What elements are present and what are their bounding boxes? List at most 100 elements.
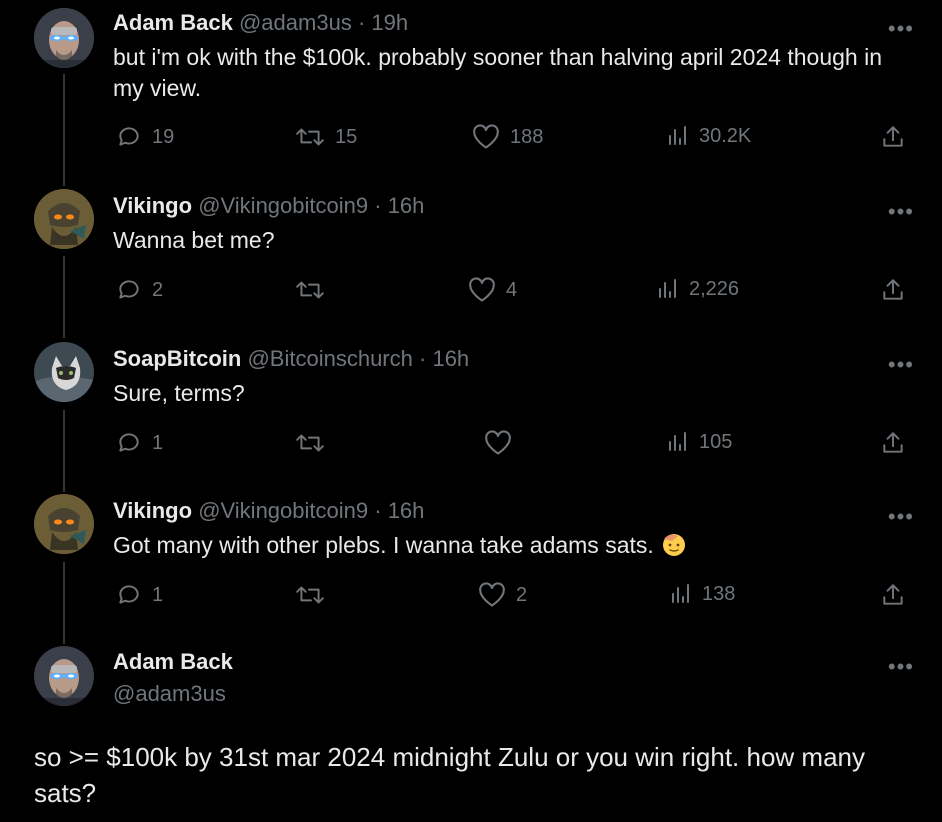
views-icon xyxy=(659,279,676,298)
author-handle[interactable]: @adam3us xyxy=(239,10,352,35)
reply-icon xyxy=(119,433,139,452)
view-count: 30.2K xyxy=(699,124,752,147)
main-tweet-header: Adam Back @adam3us xyxy=(113,649,233,707)
reply-button[interactable]: 2 xyxy=(116,277,163,303)
separator: · xyxy=(419,346,427,371)
author-handle[interactable]: @Vikingobitcoin9 xyxy=(198,498,368,523)
author-handle[interactable]: @Vikingobitcoin9 xyxy=(198,193,368,218)
separator: · xyxy=(374,498,382,523)
author-name[interactable]: Adam Back xyxy=(113,649,233,675)
views-button[interactable]: 30.2K xyxy=(665,124,751,148)
tweet-actions: 1 2 138 xyxy=(0,582,942,612)
reply-count: 1 xyxy=(152,583,164,606)
tweet[interactable]: Vikingo @Vikingobitcoin9 · 16h ••• Wanna… xyxy=(0,185,942,335)
views-icon xyxy=(672,584,689,603)
reply-icon xyxy=(119,280,139,299)
tweet-actions: 19 15 188 30.2K xyxy=(0,124,942,154)
retweet-button[interactable]: 15 xyxy=(295,124,357,150)
tweet-text: but i'm ok with the $100k. probably soon… xyxy=(113,44,883,101)
retweet-icon xyxy=(296,586,324,604)
more-options-icon[interactable]: ••• xyxy=(888,354,914,376)
like-button[interactable]: 2 xyxy=(478,582,527,608)
separator: · xyxy=(357,10,366,35)
tweet-text: Wanna bet me? xyxy=(113,227,275,253)
heart-icon xyxy=(469,277,495,302)
tweet-header: Vikingo @Vikingobitcoin9 · 16h xyxy=(113,498,424,524)
cat-avatar-icon xyxy=(34,342,94,402)
views-icon xyxy=(669,126,686,145)
tweet-text: Got many with other plebs. I wanna take … xyxy=(113,530,913,561)
like-count: 188 xyxy=(510,125,544,148)
tweet-text: Sure, terms? xyxy=(113,380,245,406)
author-handle[interactable]: @Bitcoinschurch xyxy=(247,346,412,371)
like-button[interactable] xyxy=(484,430,522,456)
author-name[interactable]: Adam Back xyxy=(113,10,233,35)
share-button[interactable] xyxy=(880,430,906,456)
viking-avatar-icon xyxy=(34,494,94,554)
tweet-header: SoapBitcoin @Bitcoinschurch · 16h xyxy=(113,346,469,372)
tweet[interactable]: Adam Back @adam3us · 19h ••• but i'm ok … xyxy=(0,0,942,180)
share-button[interactable] xyxy=(880,277,906,303)
reply-count: 2 xyxy=(152,278,164,301)
views-button[interactable]: 105 xyxy=(665,430,732,454)
separator: · xyxy=(374,193,382,218)
author-name[interactable]: Vikingo xyxy=(113,498,192,523)
laser-eyes-avatar-icon xyxy=(34,646,94,706)
reply-icon xyxy=(119,585,139,604)
like-count: 4 xyxy=(506,278,518,301)
retweet-button[interactable] xyxy=(295,277,335,303)
reply-count: 19 xyxy=(152,125,175,148)
author-handle[interactable]: @adam3us xyxy=(113,681,233,707)
author-name[interactable]: SoapBitcoin xyxy=(113,346,241,371)
avatar-soapbitcoin[interactable] xyxy=(34,342,94,402)
avatar-adam-back[interactable] xyxy=(34,646,94,706)
heart-icon xyxy=(479,582,505,607)
share-icon xyxy=(883,432,903,453)
retweet-button[interactable] xyxy=(295,582,335,608)
timestamp[interactable]: 16h xyxy=(388,498,425,523)
reply-count: 1 xyxy=(152,431,164,454)
reply-button[interactable]: 1 xyxy=(116,582,163,608)
more-options-icon[interactable]: ••• xyxy=(888,656,914,678)
author-name[interactable]: Vikingo xyxy=(113,193,192,218)
like-count: 2 xyxy=(516,583,528,606)
timestamp[interactable]: 16h xyxy=(388,193,425,218)
share-icon xyxy=(883,584,903,605)
views-icon xyxy=(669,432,686,451)
timestamp[interactable]: 19h xyxy=(371,10,408,35)
view-count: 2,226 xyxy=(689,277,740,300)
view-count: 105 xyxy=(699,430,733,453)
avatar-adam-back[interactable] xyxy=(34,8,94,68)
views-button[interactable]: 2,226 xyxy=(655,277,739,301)
share-button[interactable] xyxy=(880,124,906,150)
more-options-icon[interactable]: ••• xyxy=(888,201,914,223)
share-button[interactable] xyxy=(880,582,906,608)
tweet-actions: 2 4 2,226 xyxy=(0,277,942,307)
main-tweet-text: so >= $100k by 31st mar 2024 midnight Zu… xyxy=(34,742,865,808)
saluting-face-emoji-icon xyxy=(662,534,685,556)
tweet-actions: 1 105 xyxy=(0,430,942,460)
share-icon xyxy=(883,126,903,147)
viking-avatar-icon xyxy=(34,189,94,249)
timestamp[interactable]: 16h xyxy=(432,346,469,371)
views-button[interactable]: 138 xyxy=(668,582,735,606)
reply-button[interactable]: 1 xyxy=(116,430,163,456)
tweet[interactable]: SoapBitcoin @Bitcoinschurch · 16h ••• Su… xyxy=(0,338,942,488)
avatar-vikingo[interactable] xyxy=(34,494,94,554)
retweet-icon xyxy=(296,434,324,452)
avatar-vikingo[interactable] xyxy=(34,189,94,249)
tweet[interactable]: Vikingo @Vikingobitcoin9 · 16h ••• Got m… xyxy=(0,490,942,640)
retweet-count: 15 xyxy=(335,125,358,148)
retweet-icon xyxy=(296,128,324,146)
like-button[interactable]: 4 xyxy=(468,277,517,303)
like-button[interactable]: 188 xyxy=(472,124,543,150)
tweet-header: Adam Back @adam3us · 19h xyxy=(113,10,408,36)
more-options-icon[interactable]: ••• xyxy=(888,506,914,528)
heart-icon xyxy=(473,124,499,149)
view-count: 138 xyxy=(702,582,736,605)
more-options-icon[interactable]: ••• xyxy=(888,18,914,40)
tweet-header: Vikingo @Vikingobitcoin9 · 16h xyxy=(113,193,424,219)
heart-icon xyxy=(485,430,511,455)
reply-button[interactable]: 19 xyxy=(116,124,174,150)
retweet-button[interactable] xyxy=(295,430,335,456)
